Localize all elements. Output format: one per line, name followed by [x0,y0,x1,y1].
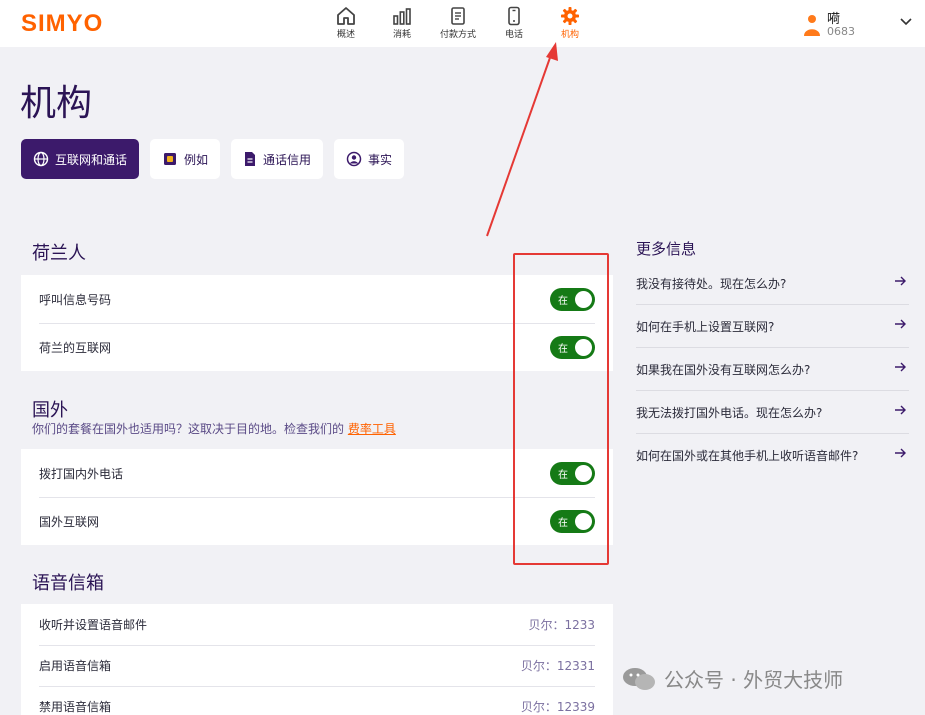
voicemail-row: 禁用语音信箱 贝尔：12339 [21,686,613,715]
nav-item-usage[interactable]: 消耗 [374,6,430,40]
nav-item-phone[interactable]: 电话 [486,6,542,40]
arrow-right-icon [895,276,906,286]
faq-question: 如何在手机上设置互联网? [636,319,775,334]
voicemail-label: 收听并设置语音邮件 [39,618,148,632]
faq-item[interactable]: 如果我在国外没有互联网怎么办? [636,348,909,391]
nav-item-label: 概述 [336,30,355,40]
user-avatar-icon [804,15,820,36]
rate-tool-link[interactable]: 费率工具 [348,422,396,436]
nav-item-label: 电话 [504,30,523,40]
top-navigation-bar: SIMYO 概述 消耗 付款方式 电话 机构 嗬 0683 [0,0,925,47]
simyo-logo[interactable]: SIMYO [21,10,103,38]
home-icon [337,7,355,25]
section-title-netherlands: 荷兰人 [32,243,86,264]
user-phone: 0683 [827,25,855,38]
globe-icon [33,151,49,167]
faq-question: 如果我在国外没有互联网怎么办? [636,362,811,377]
nav-item-settings[interactable]: 机构 [542,6,598,40]
faq-list: 我没有接待处。现在怎么办? 如何在手机上设置互联网? 如果我在国外没有互联网怎么… [636,262,909,477]
wechat-icon [623,667,655,690]
setting-label: 荷兰的互联网 [39,340,112,355]
tab-label: 例如 [184,152,209,167]
tab-label: 事实 [368,152,393,167]
phone-icon [508,6,520,26]
tab-internet-calls[interactable]: 互联网和通话 [21,139,140,179]
arrow-right-icon [895,362,906,372]
section-title-abroad: 国外 [32,400,68,421]
faq-question: 我无法拨打国外电话。现在怎么办? [636,405,823,420]
main-nav: 概述 消耗 付款方式 电话 机构 [318,6,598,40]
voicemail-dial-code: 贝尔：1233 [528,618,595,632]
page-title: 机构 [20,83,93,124]
chevron-down-icon[interactable] [900,18,912,26]
voicemail-label: 禁用语音信箱 [39,700,112,714]
faq-question: 如何在国外或在其他手机上收听语音邮件? [636,449,859,463]
nav-item-payment[interactable]: 付款方式 [430,6,486,40]
setting-label: 拨打国内外电话 [39,466,124,481]
voicemail-row: 收听并设置语音邮件 贝尔：1233 [21,604,613,645]
faq-item[interactable]: 如何在国外或在其他手机上收听语音邮件? [636,434,909,477]
setting-label: 呼叫信息号码 [39,292,112,307]
sim-card-icon [164,153,177,165]
tab-sim[interactable]: 例如 [150,139,221,179]
settings-tabs: 互联网和通话 例如 通话信用 事实 [21,139,415,179]
arrow-right-icon [895,405,906,415]
more-info-title: 更多信息 [636,240,697,258]
section-title-voicemail: 语音信箱 [32,573,104,594]
tab-call-credit[interactable]: 通话信用 [231,139,324,179]
section-subtitle-abroad: 你们的套餐在国外也适用吗？这取决于目的地。检查我们的 费率工具 [32,420,396,437]
document-icon [451,7,465,25]
setting-label: 国外互联网 [39,514,100,529]
nav-item-label: 消耗 [392,30,411,40]
watermark: 公众号 · 外贸大技师 [622,664,843,693]
arrow-right-icon [895,448,906,458]
voicemail-row: 启用语音信箱 贝尔：12331 [21,645,613,686]
voicemail-card: 收听并设置语音邮件 贝尔：1233 启用语音信箱 贝尔：12331 禁用语音信箱… [21,604,613,715]
nav-item-label: 机构 [560,30,579,40]
watermark-text: 公众号 · 外贸大技师 [664,668,844,692]
tab-label: 互联网和通话 [55,152,128,167]
faq-item[interactable]: 如何在手机上设置互联网? [636,305,909,348]
subtitle-text: 你们的套餐在国外也适用吗？这取决于目的地。检查我们的 [32,422,345,436]
voicemail-label: 启用语音信箱 [39,659,112,673]
tab-label: 通话信用 [263,152,312,167]
nav-item-overview[interactable]: 概述 [318,6,374,40]
faq-item[interactable]: 我无法拨打国外电话。现在怎么办? [636,391,909,434]
person-circle-icon [346,151,362,167]
tab-facts[interactable]: 事实 [334,139,405,179]
annotation-highlight-box [513,253,609,565]
faq-item[interactable]: 我没有接待处。现在怎么办? [636,262,909,305]
faq-question: 我没有接待处。现在怎么办? [636,276,787,291]
voicemail-dial-code: 贝尔：12339 [520,700,595,714]
bar-chart-icon [393,8,411,25]
arrow-right-icon [895,319,906,329]
gear-icon [561,7,579,25]
nav-item-label: 付款方式 [439,30,476,40]
file-icon [245,152,256,166]
voicemail-dial-code: 贝尔：12331 [520,659,595,673]
